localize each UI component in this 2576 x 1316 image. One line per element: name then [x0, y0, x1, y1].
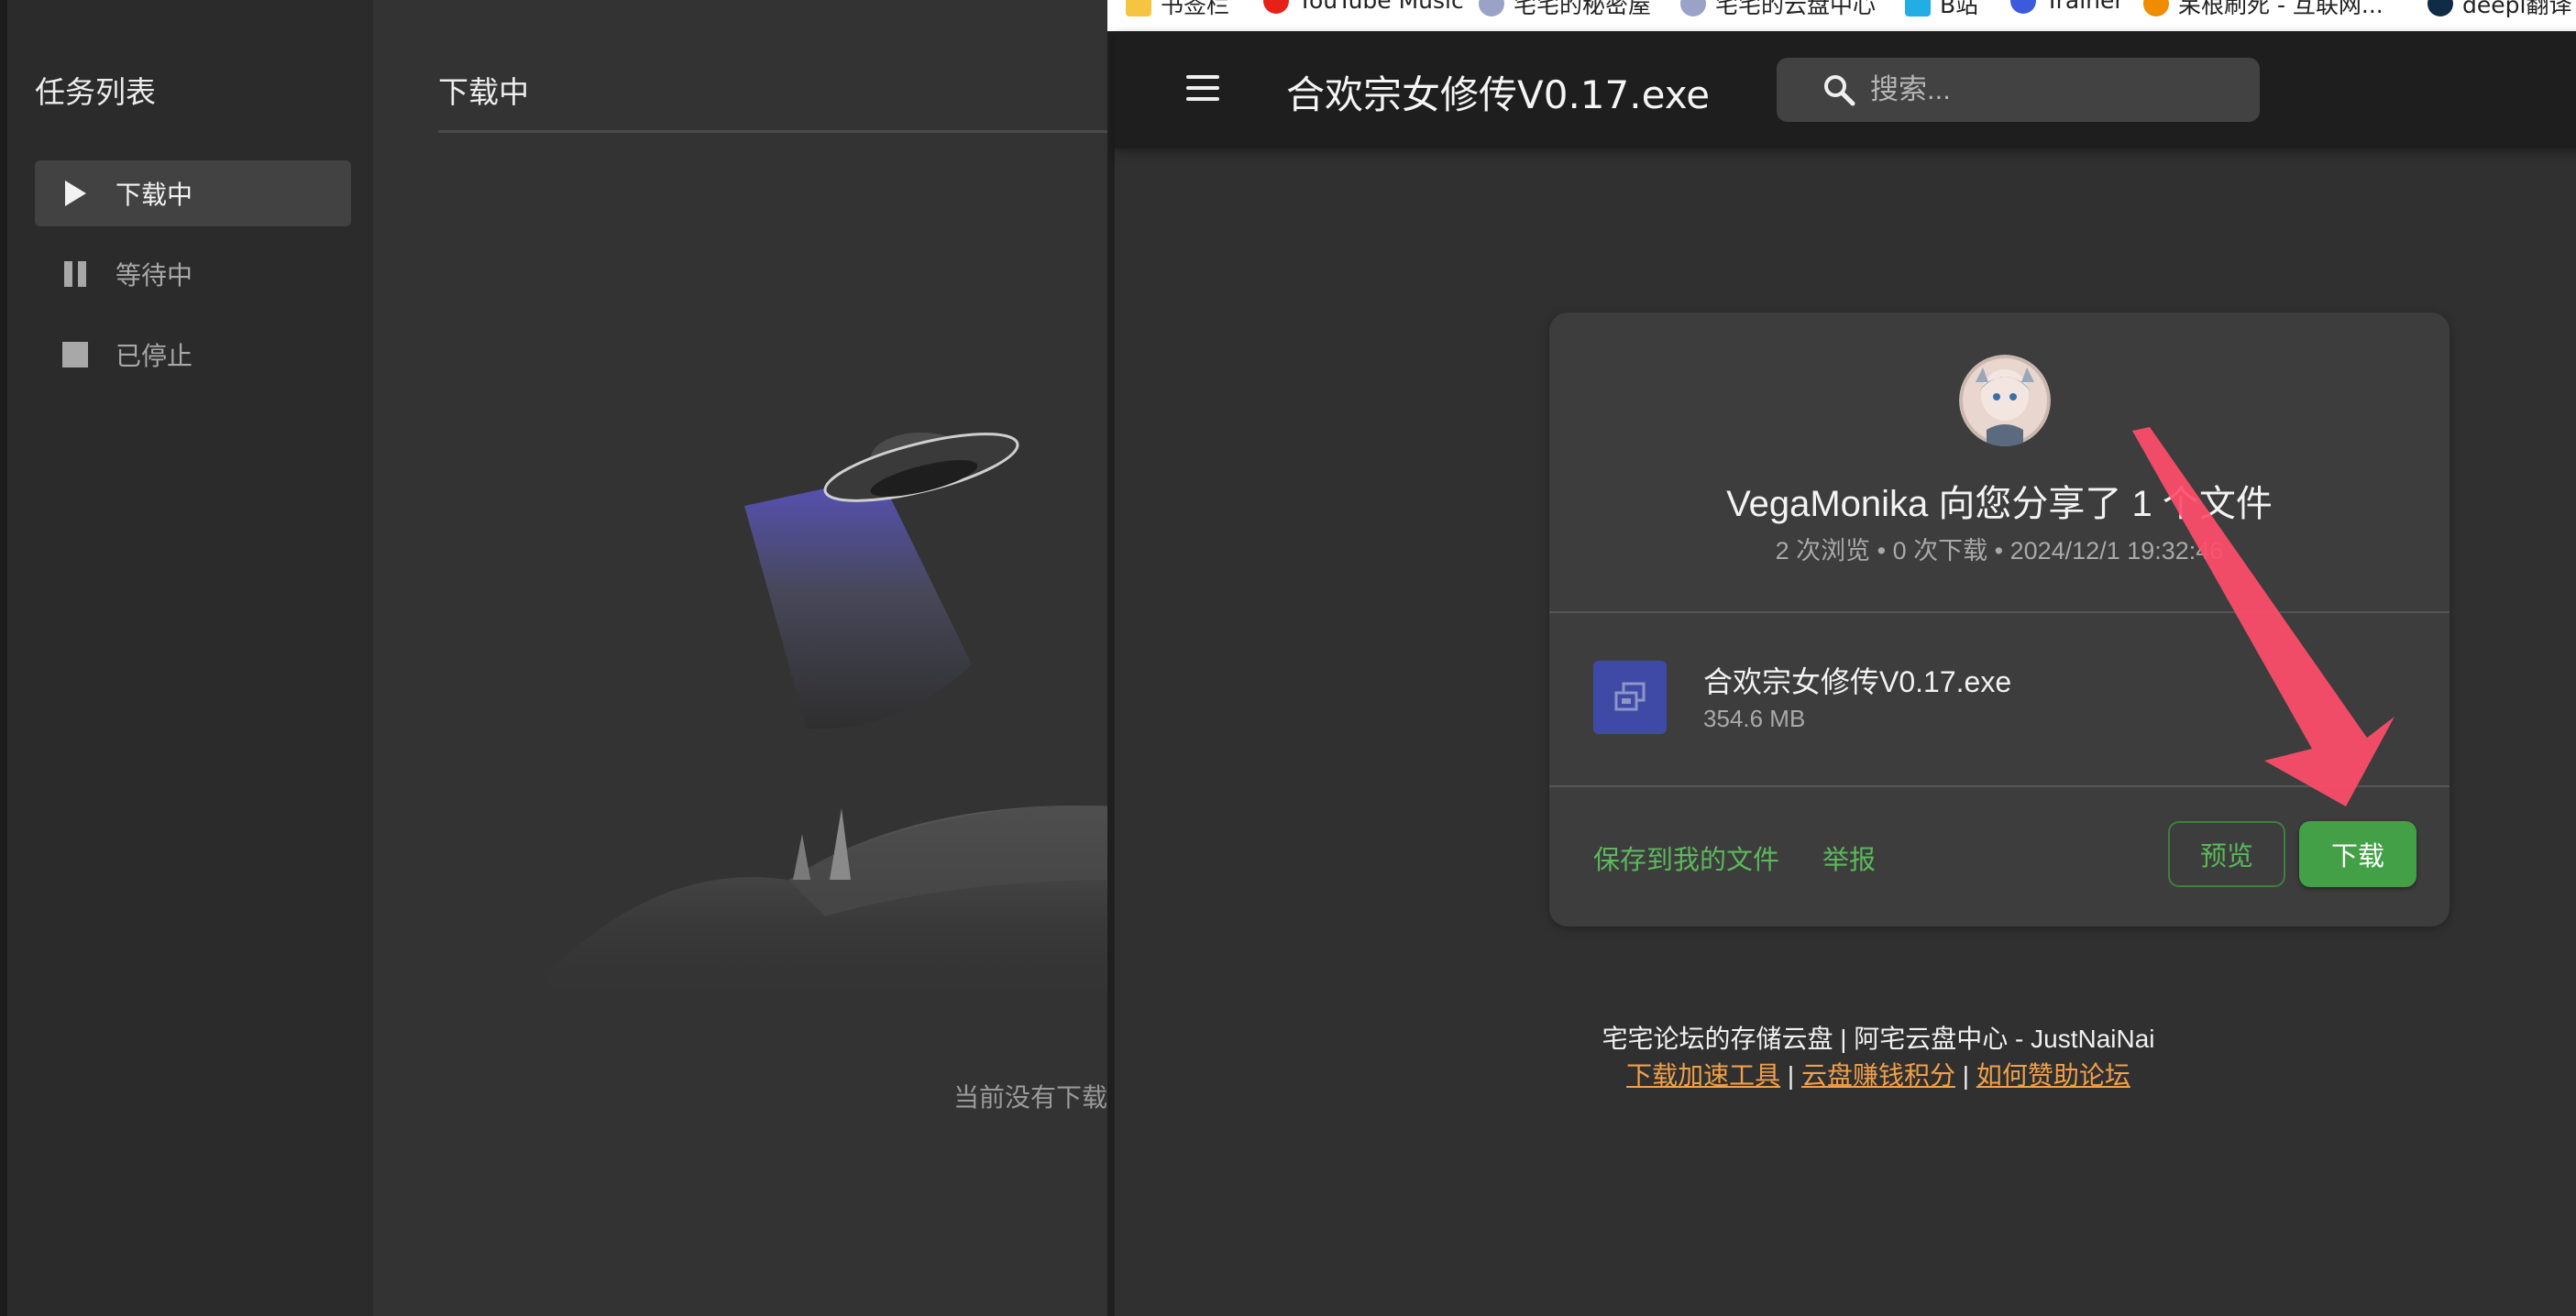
main-title: 下载中 [438, 74, 529, 110]
search-box[interactable] [1777, 58, 2260, 122]
bookmark-label: Trainer [2045, 0, 2124, 14]
card-divider [1549, 611, 2449, 613]
empty-state-text: 当前没有下载 [953, 1082, 1108, 1113]
moon-icon [2143, 0, 2169, 16]
bookmark-label: 书签栏 [1161, 0, 1230, 18]
folder-icon [1126, 0, 1151, 16]
bookmark-cloud-center[interactable]: 宅宅的云盘中心 [1680, 0, 1876, 20]
footer-links: 下载加速工具 | 云盘赚钱积分 | 如何赞助论坛 [1115, 1056, 2576, 1092]
trainer-icon [2010, 0, 2036, 14]
nav-item-waiting[interactable]: 等待中 [35, 241, 351, 307]
download-button[interactable]: 下载 [2299, 821, 2416, 887]
bookmark-label: 宅宅的云盘中心 [1715, 0, 1877, 18]
bookmark-moon[interactable]: 呆根刷死 - 互联网... [2143, 0, 2383, 20]
menu-icon[interactable] [1183, 68, 1223, 108]
nav-item-label: 已停止 [116, 341, 193, 371]
task-sidebar: 任务列表 下载中 等待中 已停止 [0, 0, 373, 1316]
nav-item-downloading[interactable]: 下载中 [35, 160, 351, 226]
footer-link-earn-points[interactable]: 云盘赚钱积分 [1801, 1061, 1955, 1090]
search-input[interactable] [1870, 73, 2237, 106]
bilibili-icon [1905, 0, 1931, 16]
share-meta: 2 次浏览 • 0 次下载 • 2024/12/1 19:32:46 [1775, 537, 2224, 565]
nav-item-label: 下载中 [116, 180, 193, 210]
avatar[interactable] [1959, 355, 2051, 446]
deepl-icon [2427, 0, 2453, 16]
bookmark-label: 宅宅的秘密屋 [1514, 0, 1652, 18]
pause-icon [55, 254, 95, 294]
file-size: 354.6 MB [1703, 705, 1806, 732]
bookmarks-bar: 书签栏 YouTube Music 宅宅的秘密屋 宅宅的云盘中心 B站 Trai… [1107, 0, 2576, 31]
footer-text: 宅宅论坛的存储云盘 | 阿宅云盘中心 - JustNaiNai [1602, 1025, 2155, 1053]
preview-button[interactable]: 预览 [2168, 821, 2285, 887]
report-button[interactable]: 举报 [1822, 839, 1876, 877]
ufo-illustration [550, 433, 1109, 1008]
file-icon [1593, 661, 1667, 734]
bookmark-youtube-music[interactable]: YouTube Music [1263, 0, 1464, 14]
sidebar-title: 任务列表 [35, 74, 156, 110]
bookmark-label: B站 [1940, 0, 1979, 18]
download-manager-window: 任务列表 下载中 等待中 已停止 下载中 当前没有下载 [0, 0, 1109, 1316]
footer-separator: | [1962, 1061, 1970, 1090]
stop-icon [55, 334, 95, 375]
search-icon [1821, 71, 1857, 108]
bookmark-deepl[interactable]: deepl翻译 [2427, 0, 2571, 20]
avatar-icon [1680, 0, 1706, 16]
bookmark-secret-room[interactable]: 宅宅的秘密屋 [1479, 0, 1651, 20]
bookmark-bilibili[interactable]: B站 [1905, 0, 1978, 20]
avatar-icon [1479, 0, 1504, 16]
page-title: 合欢宗女修传V0.17.exe [1286, 72, 1711, 117]
tab-divider [438, 130, 1109, 133]
bookmark-label: YouTube Music [1298, 0, 1464, 14]
share-page: 合欢宗女修传V0.17.exe VegaMonika 向您分享了 1 个文件 2 [1107, 31, 2576, 1316]
save-to-my-files-button[interactable]: 保存到我的文件 [1593, 839, 1779, 877]
card-divider [1549, 785, 2449, 787]
bookmark-folder[interactable]: 书签栏 [1126, 0, 1229, 20]
app-header: 合欢宗女修传V0.17.exe [1115, 31, 2576, 148]
nav-item-stopped[interactable]: 已停止 [35, 322, 351, 388]
footer-link-accelerator[interactable]: 下载加速工具 [1626, 1061, 1780, 1090]
play-icon [55, 173, 95, 214]
bookmark-label: deepl翻译 [2462, 0, 2572, 18]
file-name: 合欢宗女修传V0.17.exe [1703, 665, 2012, 698]
footer-link-sponsor[interactable]: 如何赞助论坛 [1976, 1061, 2130, 1090]
bookmark-trainer[interactable]: Trainer [2010, 0, 2124, 14]
nav-item-label: 等待中 [116, 260, 193, 291]
share-card: VegaMonika 向您分享了 1 个文件 2 次浏览 • 0 次下载 • 2… [1549, 313, 2449, 927]
footer-separator: | [1787, 1061, 1795, 1090]
bookmark-label: 呆根刷死 - 互联网... [2178, 0, 2383, 18]
youtube-music-icon [1263, 0, 1289, 14]
share-title: VegaMonika 向您分享了 1 个文件 [1726, 484, 2273, 524]
